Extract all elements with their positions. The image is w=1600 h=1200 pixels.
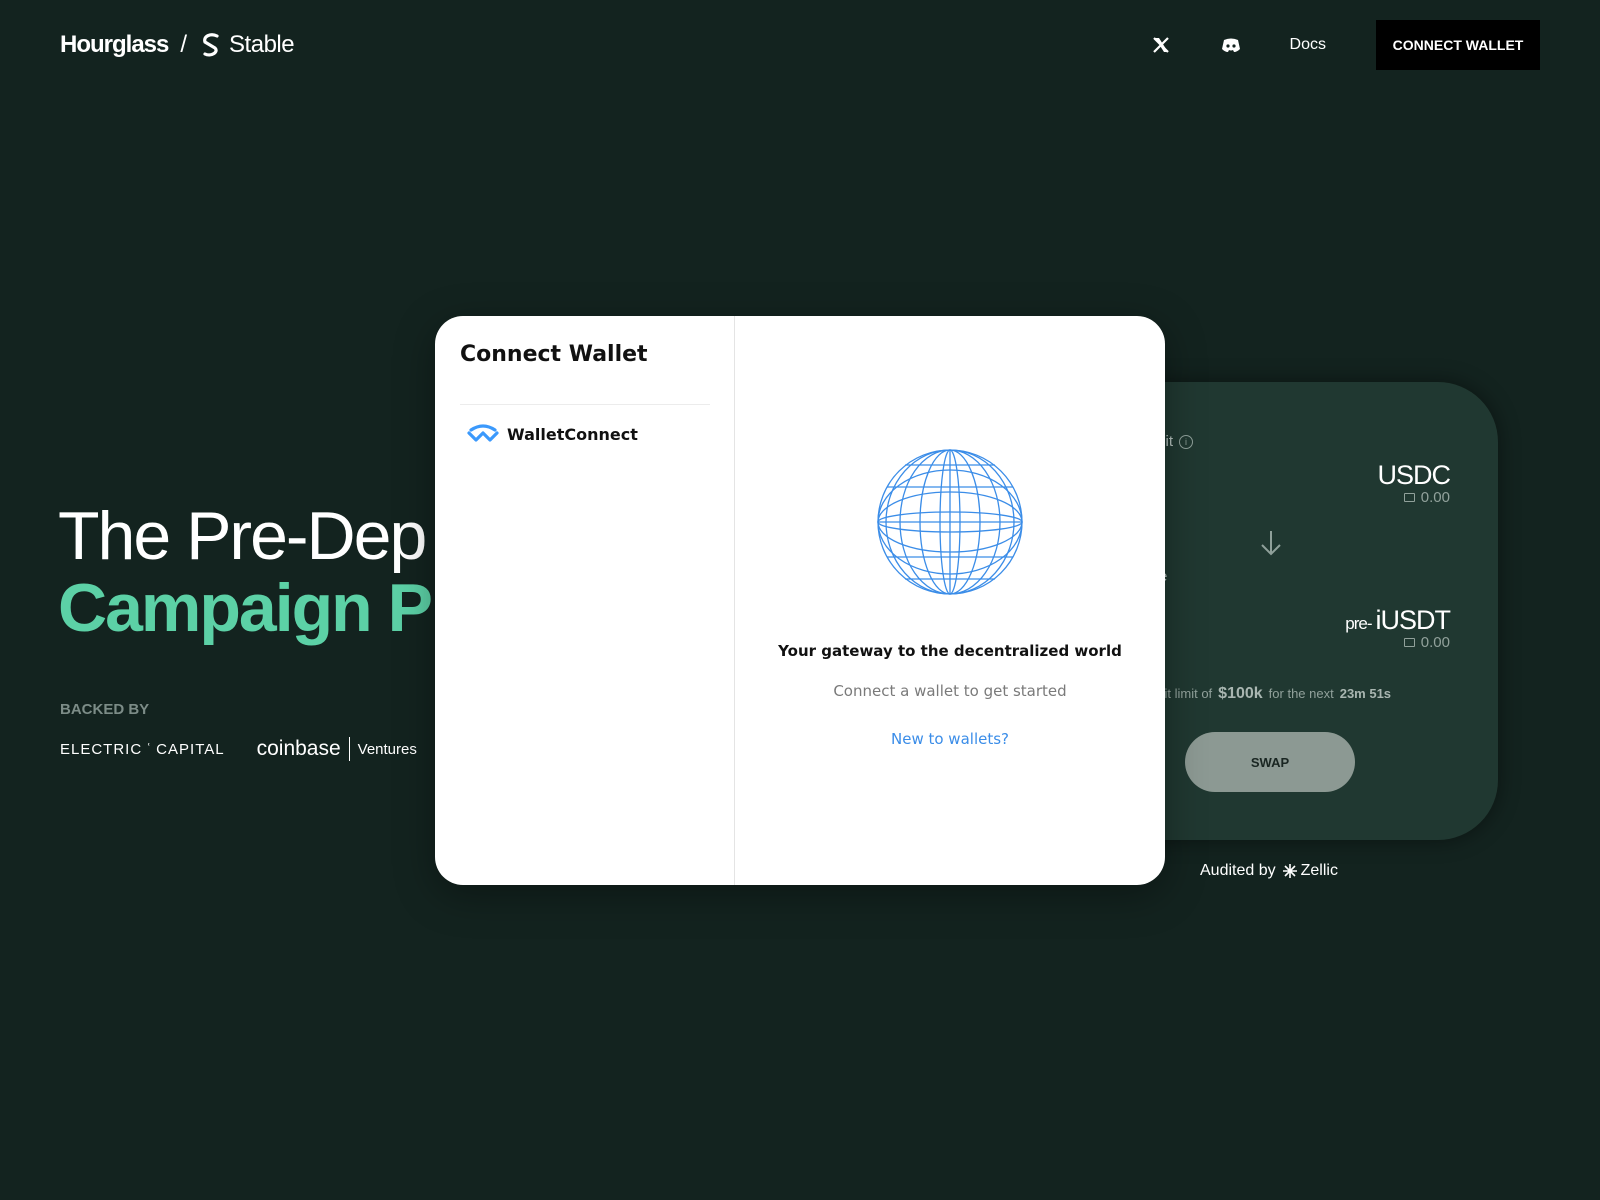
ventures-label: Ventures bbox=[357, 740, 417, 758]
arrow-down-icon[interactable] bbox=[1258, 528, 1284, 558]
auditor-name: Zellic bbox=[1300, 862, 1338, 879]
to-token-name: iUSDT bbox=[1375, 605, 1451, 635]
discord-icon[interactable] bbox=[1220, 34, 1242, 56]
new-to-wallets-link[interactable]: New to wallets? bbox=[735, 730, 1165, 748]
logo-divider bbox=[348, 737, 350, 761]
modal-divider bbox=[460, 404, 710, 405]
hero-title-line1: The Pre-Dep bbox=[58, 498, 427, 574]
wallet-icon bbox=[1403, 493, 1415, 502]
wallet-list-panel: Connect Wallet WalletConnect bbox=[435, 316, 735, 885]
to-balance: 0.00 bbox=[1403, 634, 1450, 651]
coinbase-logo: coinbase bbox=[256, 737, 341, 760]
hero-title-line2: Campaign Pl bbox=[58, 570, 450, 646]
docs-link[interactable]: Docs bbox=[1290, 36, 1326, 54]
wallet-icon bbox=[1403, 638, 1415, 647]
from-balance: 0.00 bbox=[1403, 489, 1450, 506]
to-balance-value: 0.00 bbox=[1420, 634, 1450, 651]
limit-countdown: 23m 51s bbox=[1339, 686, 1392, 701]
limit-text: sit limit of bbox=[1158, 686, 1213, 701]
from-token[interactable]: USDC bbox=[1377, 460, 1451, 491]
swap-button[interactable]: SWAP bbox=[1185, 732, 1355, 792]
deposit-limit-text: sit limit of $100k for the next 23m 51s bbox=[1158, 685, 1391, 703]
stable-logo-icon bbox=[203, 33, 219, 57]
x-logo-icon[interactable] bbox=[1150, 34, 1172, 56]
wallet-option-label: WalletConnect bbox=[507, 424, 638, 444]
limit-mid: for the next bbox=[1268, 686, 1334, 701]
audited-by: Audited by Zellic bbox=[1200, 862, 1338, 880]
to-token[interactable]: pre- iUSDT bbox=[1345, 605, 1451, 636]
connect-wallet-button[interactable]: CONNECT WALLET bbox=[1376, 20, 1540, 70]
globe-icon bbox=[877, 449, 1023, 595]
audited-by-label: Audited by bbox=[1200, 862, 1276, 879]
header: Hourglass / Stable Docs CONNECT WALLET bbox=[0, 0, 1600, 90]
logo-hourglass: Hourglass bbox=[60, 31, 169, 58]
to-token-prefix: pre- bbox=[1345, 614, 1372, 633]
info-icon[interactable]: i bbox=[1179, 434, 1193, 449]
connect-wallet-modal: Connect Wallet WalletConnect Your gatewa… bbox=[435, 316, 1165, 885]
top-nav: Docs CONNECT WALLET bbox=[1150, 20, 1540, 70]
backed-by-label: BACKED BY bbox=[60, 701, 150, 718]
zellic-logo-icon bbox=[1282, 864, 1297, 878]
wallet-option-walletconnect[interactable]: WalletConnect bbox=[460, 412, 710, 456]
modal-title: Connect Wallet bbox=[460, 342, 648, 367]
walletconnect-icon bbox=[467, 424, 499, 442]
electric-capital-logo: ELECTRIC ʿ CAPITAL bbox=[60, 740, 225, 758]
logo-separator: / bbox=[180, 31, 188, 58]
gateway-heading: Your gateway to the decentralized world bbox=[778, 642, 1122, 660]
limit-amount: $100k bbox=[1218, 685, 1263, 702]
logo[interactable]: Hourglass / Stable bbox=[60, 30, 295, 60]
wallet-info-panel: Your gateway to the decentralized world … bbox=[735, 316, 1165, 885]
from-balance-value: 0.00 bbox=[1420, 489, 1450, 506]
logo-stable: Stable bbox=[229, 31, 295, 58]
backer-logos: ELECTRIC ʿ CAPITAL coinbase Ventures T bbox=[60, 736, 460, 762]
get-started-text: Connect a wallet to get started bbox=[833, 682, 1067, 700]
